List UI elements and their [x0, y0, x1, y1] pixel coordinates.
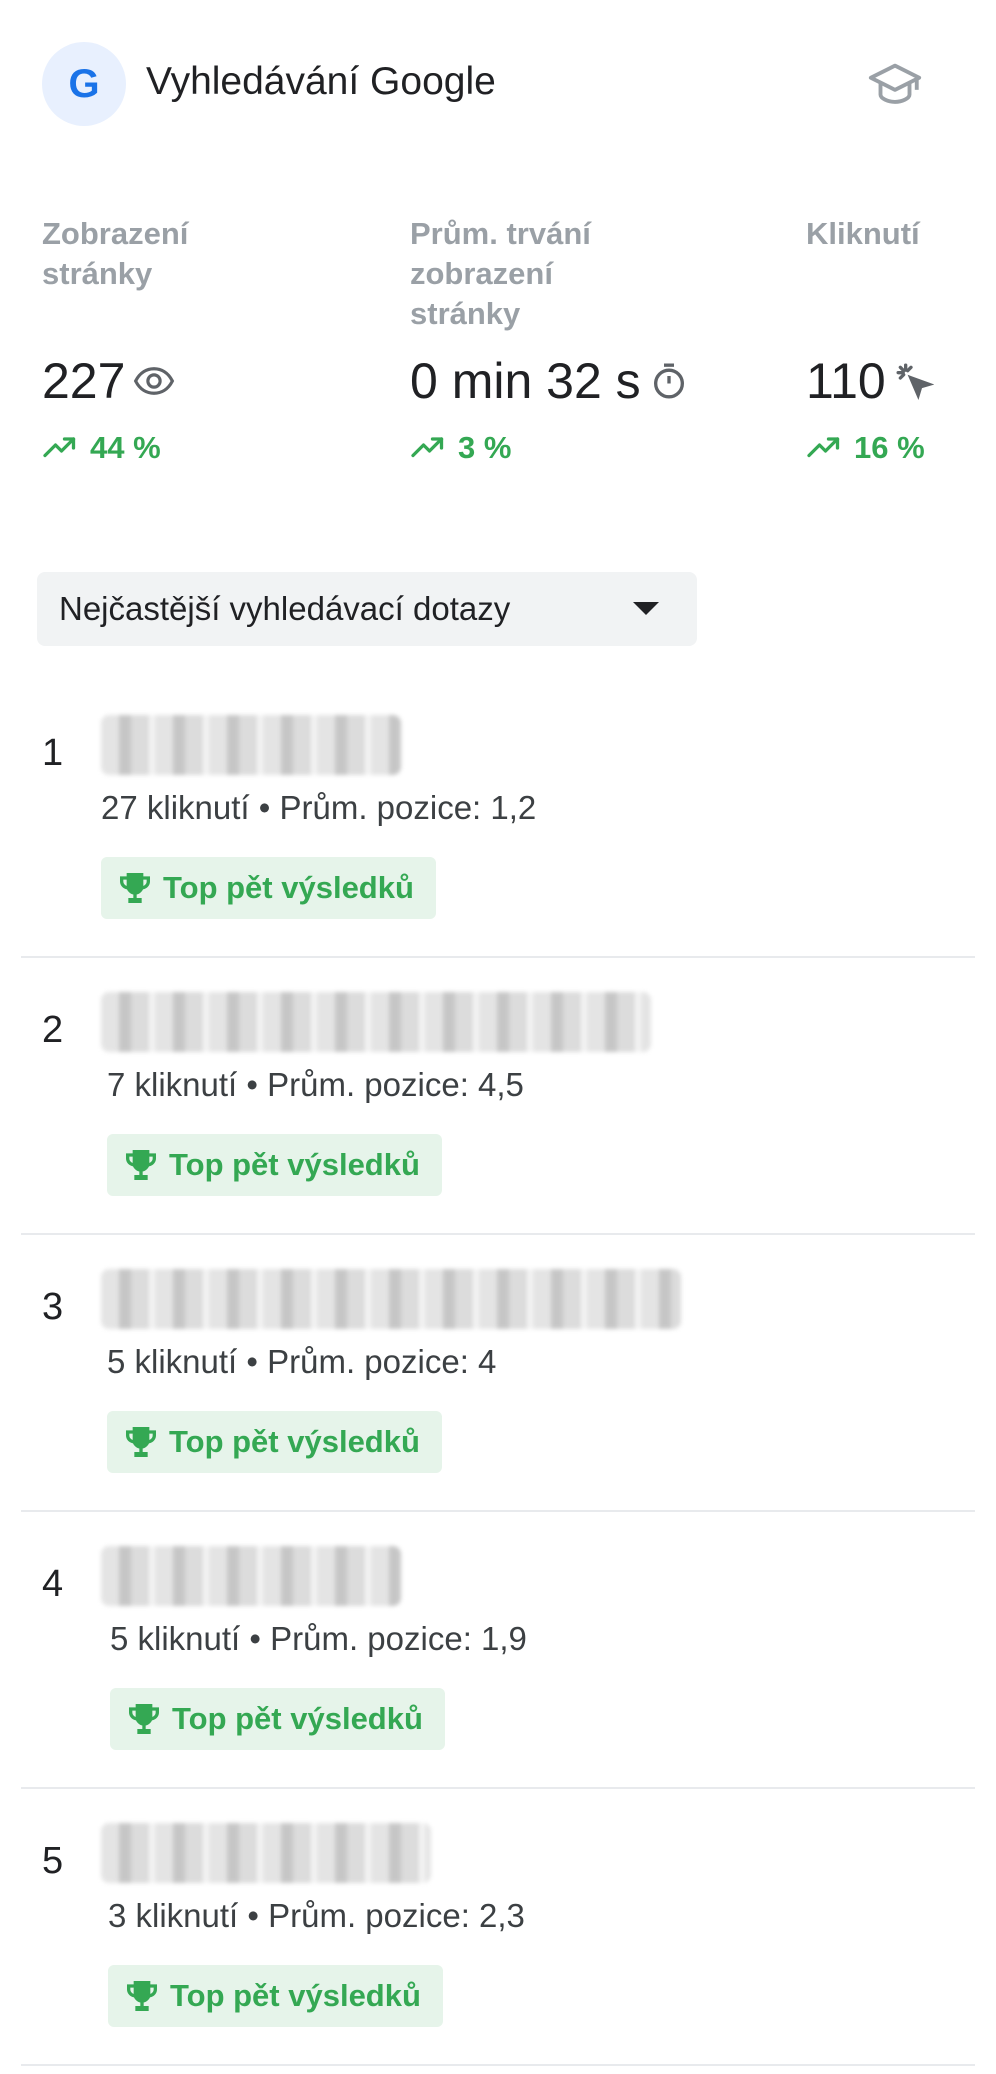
top-five-badge: Top pět výsledků [107, 1411, 442, 1473]
query-row[interactable]: 1 27 kliknutí • Prům. pozice: 1,2 Top pě… [21, 679, 975, 958]
query-rank: 4 [42, 1563, 64, 1605]
query-stats: 3 kliknutí • Prům. pozice: 2,3 [108, 1897, 525, 1934]
trophy-icon [126, 1427, 156, 1457]
metric-value: 0 min 32 s [410, 352, 689, 410]
query-row[interactable]: 4 5 kliknutí • Prům. pozice: 1,9 Top pět… [21, 1510, 975, 1789]
top-five-badge: Top pět výsledků [110, 1688, 445, 1750]
badge-label: Top pět výsledků [169, 1424, 420, 1459]
google-logo: G [42, 42, 126, 126]
top-five-badge: Top pět výsledků [101, 857, 436, 919]
top-five-badge: Top pět výsledků [108, 1965, 443, 2027]
query-row[interactable]: 2 7 kliknutí • Prům. pozice: 4,5 Top pět… [21, 956, 975, 1235]
trending-up-icon [43, 437, 76, 458]
arrow-drop-down-icon [633, 602, 659, 615]
eye-icon [134, 367, 175, 395]
top-queries-dropdown[interactable]: Nejčastější vyhledávací dotazy [37, 572, 697, 646]
metric-value: 227 [42, 352, 175, 410]
timer-icon [653, 363, 684, 399]
metric-change-text: 44 % [90, 430, 161, 465]
metric-change: 3 % [410, 430, 511, 466]
query-text-redacted [101, 992, 651, 1052]
query-rank: 3 [42, 1286, 64, 1328]
metric-value-text: 227 [42, 353, 126, 409]
trophy-icon [120, 873, 150, 903]
school-icon[interactable] [866, 56, 924, 114]
query-stats: 27 kliknutí • Prům. pozice: 1,2 [101, 789, 537, 826]
query-stats: 5 kliknutí • Prům. pozice: 1,9 [110, 1620, 527, 1657]
query-text-redacted [101, 1269, 681, 1329]
metric-value-text: 110 [806, 353, 886, 409]
metric-label: Prům. trvání zobrazení stránky [410, 216, 591, 331]
badge-label: Top pět výsledků [169, 1147, 420, 1182]
query-row[interactable]: 5 3 kliknutí • Prům. pozice: 2,3 Top pět… [21, 1787, 975, 2066]
metric-label: Zobrazení stránky [42, 216, 189, 291]
google-logo-letter: G [68, 61, 100, 106]
badge-label: Top pět výsledků [163, 870, 414, 905]
metric-page-views: Zobrazení stránky 227 44 % [42, 214, 342, 465]
metric-change-text: 16 % [854, 430, 925, 465]
metric-change: 16 % [806, 430, 925, 466]
query-rank: 1 [42, 732, 64, 774]
query-stats: 5 kliknutí • Prům. pozice: 4 [107, 1343, 497, 1380]
query-row[interactable]: 3 5 kliknutí • Prům. pozice: 4 Top pět v… [21, 1233, 975, 1512]
trophy-icon [129, 1704, 159, 1734]
card-title: Vyhledávání Google [146, 60, 496, 103]
query-stats: 7 kliknutí • Prům. pozice: 4,5 [107, 1066, 524, 1103]
badge-label: Top pět výsledků [172, 1701, 423, 1736]
trophy-icon [127, 1981, 157, 2011]
badge-label: Top pět výsledků [170, 1978, 421, 2013]
trending-up-icon [807, 437, 840, 458]
click-icon [896, 363, 934, 401]
metric-change: 44 % [42, 430, 161, 466]
query-text-redacted [101, 715, 401, 775]
dropdown-label: Nejčastější vyhledávací dotazy [59, 590, 511, 627]
card-header: G Vyhledávání Google [42, 42, 942, 126]
metric-label: Kliknutí [806, 216, 920, 251]
metric-clicks: Kliknutí 110 16 % [806, 214, 966, 465]
query-rank: 5 [42, 1840, 64, 1882]
metric-avg-duration: Prům. trvání zobrazení stránky 0 min 32 … [410, 214, 750, 465]
query-text-redacted [101, 1823, 431, 1883]
query-text-redacted [101, 1546, 401, 1606]
metric-change-text: 3 % [458, 430, 512, 465]
trophy-icon [126, 1150, 156, 1180]
top-five-badge: Top pět výsledků [107, 1134, 442, 1196]
trending-up-icon [411, 437, 444, 458]
metric-value: 110 [806, 352, 934, 410]
query-rank: 2 [42, 1009, 64, 1051]
metric-value-text: 0 min 32 s [410, 353, 641, 409]
